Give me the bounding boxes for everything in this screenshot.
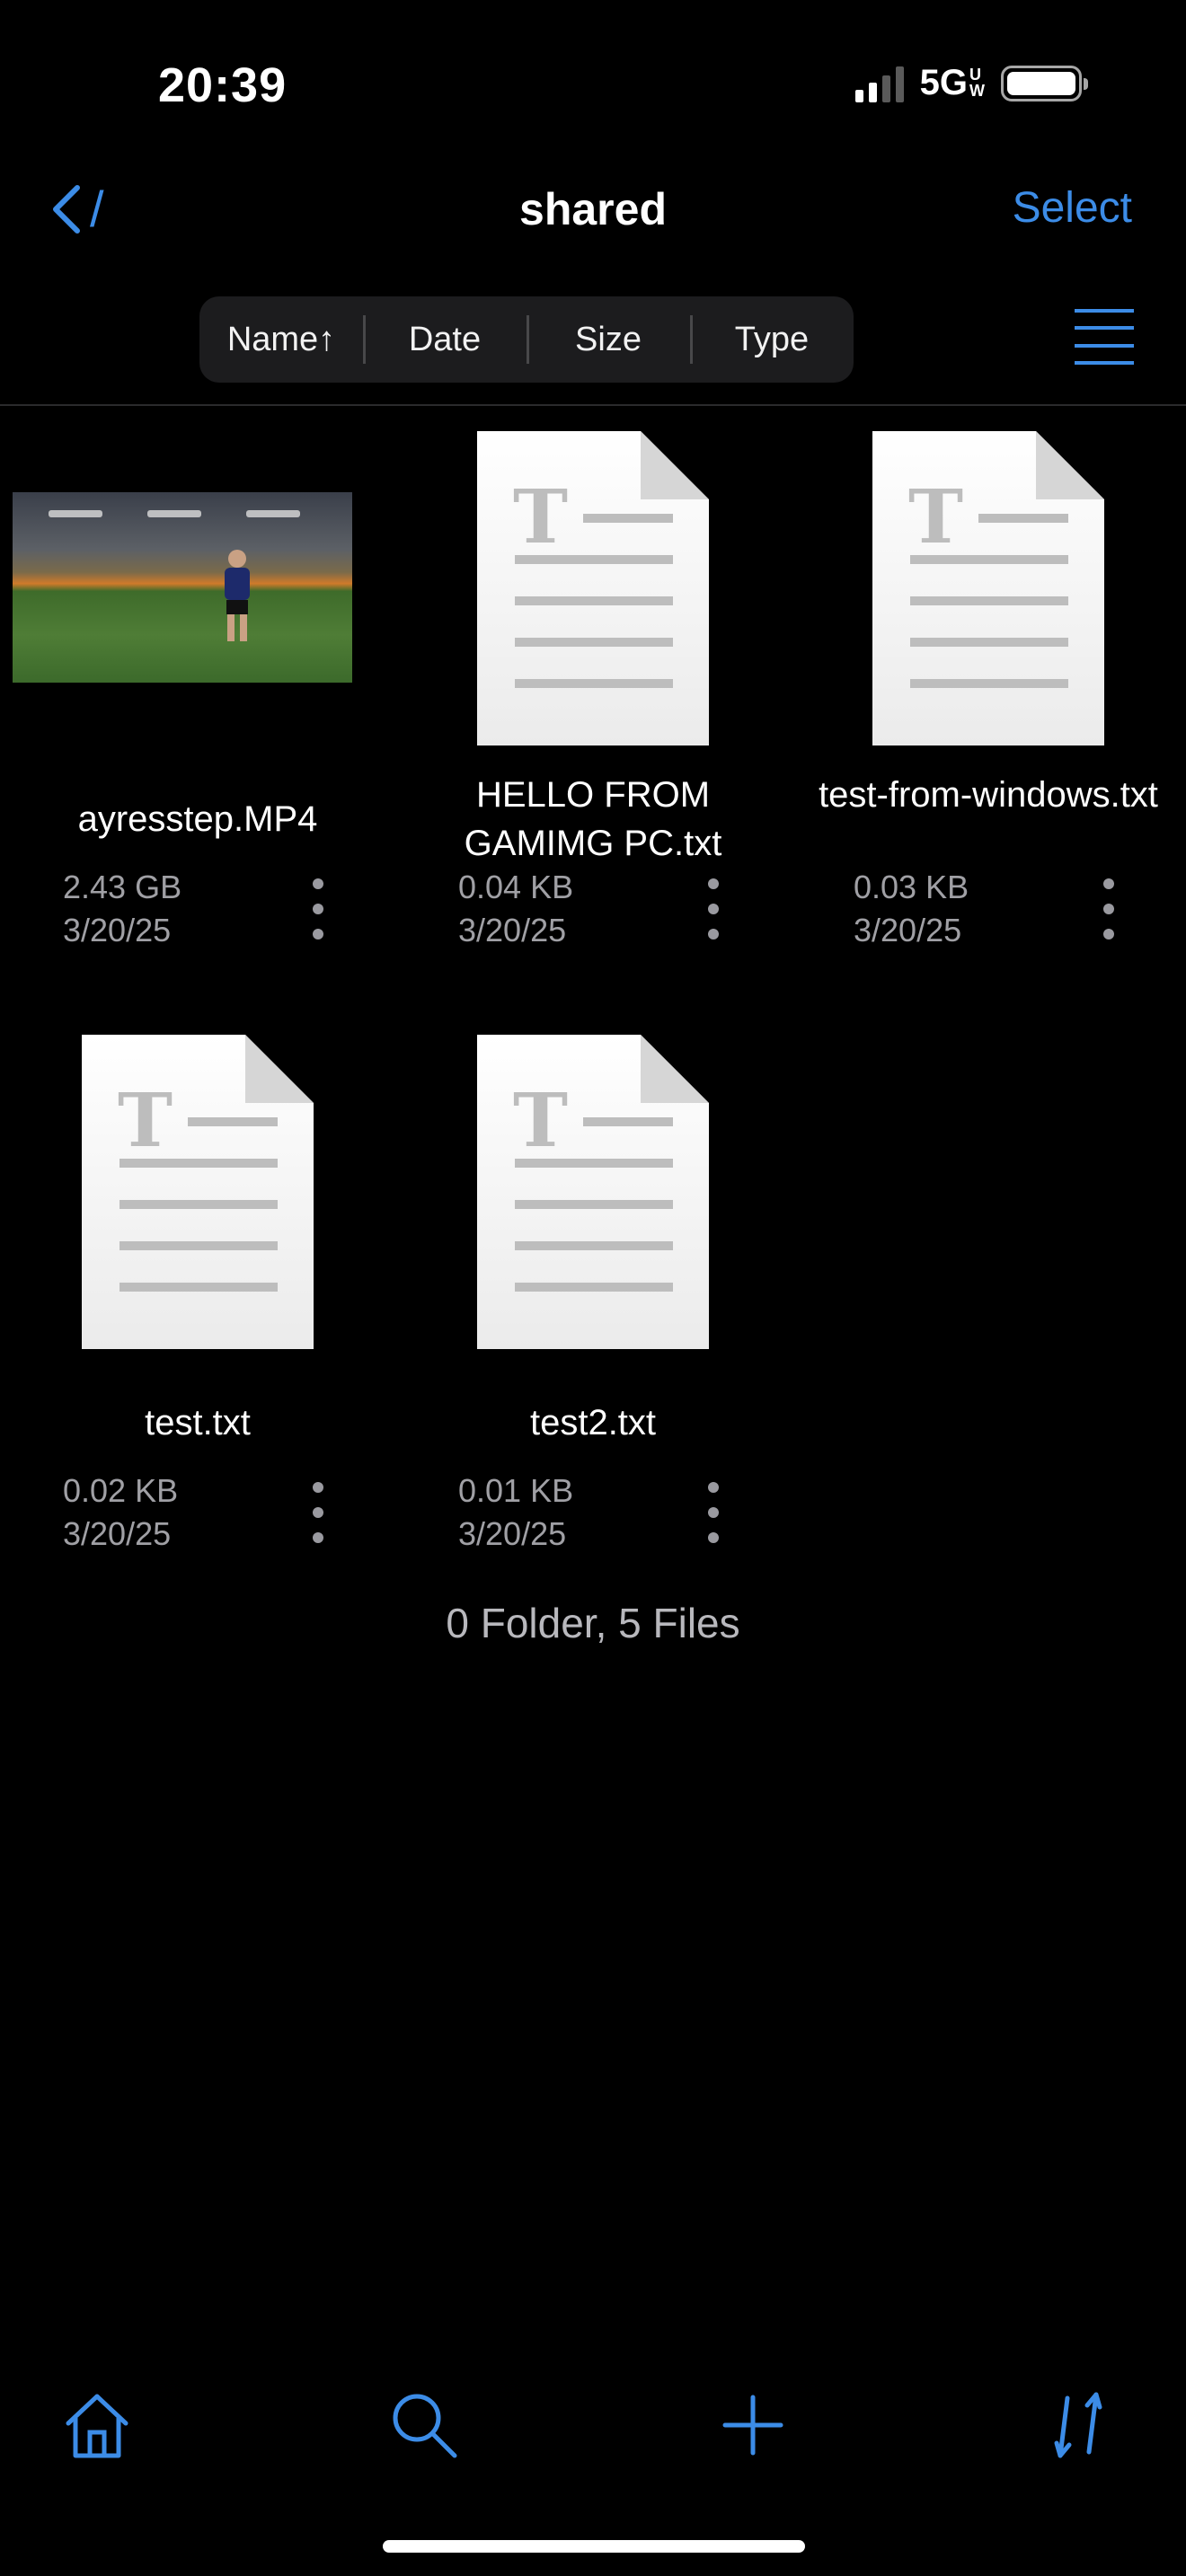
file-item-test2[interactable]: T test2.txt 0.01 KB 3/20/25	[395, 1035, 791, 1565]
battery-icon	[1001, 65, 1088, 101]
page-title: shared	[519, 184, 667, 234]
sort-bar: Name↑ Date Size Type	[199, 296, 854, 383]
network-type: 5G U W	[920, 63, 985, 103]
svg-text:T: T	[908, 474, 963, 560]
file-size: 0.04 KB	[458, 869, 574, 905]
file-name: test2.txt	[529, 1403, 657, 1442]
cellular-signal-icon	[854, 65, 904, 102]
person-figure	[225, 550, 250, 641]
sort-by-size[interactable]: Size	[527, 314, 690, 364]
file-item-test-from-windows[interactable]: T test-from-windows.txt 0.03 KB 3/20/25	[791, 431, 1186, 961]
home-indicator[interactable]	[383, 2540, 805, 2553]
text-file-icon: T	[872, 431, 1104, 745]
file-meta: 0.04 KB 3/20/25	[458, 866, 573, 952]
sort-by-type[interactable]: Type	[690, 314, 854, 364]
file-name: test.txt	[145, 1403, 251, 1442]
home-icon[interactable]	[61, 2389, 133, 2461]
status-indicators: 5G U W	[854, 63, 1088, 103]
network-label: 5G	[919, 63, 968, 102]
file-size: 2.43 GB	[63, 869, 182, 905]
svg-text:T: T	[513, 474, 568, 560]
file-size: 0.02 KB	[63, 1472, 179, 1509]
sort-by-name[interactable]: Name↑	[199, 321, 363, 359]
network-sub-top: U	[969, 66, 981, 84]
network-sub-bottom: W	[969, 82, 985, 100]
file-date: 3/20/25	[458, 912, 567, 948]
svg-text:T: T	[513, 1078, 568, 1164]
more-options-icon[interactable]	[313, 1482, 323, 1543]
file-name: HELLO FROM GAMIMG PC.txt	[464, 775, 722, 863]
file-meta: 0.02 KB 3/20/25	[63, 1469, 178, 1556]
bottom-toolbar	[0, 2389, 1186, 2461]
file-date: 3/20/25	[854, 912, 962, 948]
file-grid: ayresstep.MP4 2.43 GB 3/20/25 T HELLO FR…	[0, 431, 1186, 1565]
text-file-icon: T	[477, 431, 709, 745]
svg-text:T: T	[118, 1078, 173, 1164]
more-options-icon[interactable]	[313, 878, 323, 940]
more-options-icon[interactable]	[708, 1482, 719, 1543]
file-name: test-from-windows.txt	[819, 775, 1158, 815]
plus-icon[interactable]	[717, 2389, 789, 2461]
text-file-icon: T	[477, 1035, 709, 1349]
folder-summary: 0 Folder, 5 Files	[446, 1600, 740, 1646]
file-meta: 0.01 KB 3/20/25	[458, 1469, 573, 1556]
select-button[interactable]: Select	[1013, 183, 1132, 233]
list-view-icon[interactable]	[1075, 309, 1134, 365]
file-date: 3/20/25	[63, 1515, 172, 1552]
more-options-icon[interactable]	[708, 878, 719, 940]
file-item-test[interactable]: T test.txt 0.02 KB 3/20/25	[0, 1035, 395, 1565]
file-meta: 2.43 GB 3/20/25	[63, 866, 181, 952]
file-item-hello-from-gamimg-pc[interactable]: T HELLO FROM GAMIMG PC.txt 0.04 KB 3/20/…	[395, 431, 791, 961]
divider	[0, 404, 1186, 406]
search-icon[interactable]	[388, 2389, 460, 2461]
file-date: 3/20/25	[458, 1515, 567, 1552]
file-size: 0.03 KB	[854, 869, 969, 905]
file-name: ayresstep.MP4	[77, 799, 318, 839]
network-sub: U W	[969, 66, 985, 99]
file-date: 3/20/25	[63, 912, 172, 948]
video-thumbnail	[13, 492, 352, 683]
sort-arrows-icon[interactable]	[1042, 2389, 1114, 2461]
file-item-ayresstep[interactable]: ayresstep.MP4 2.43 GB 3/20/25	[0, 431, 395, 961]
status-time: 20:39	[158, 58, 288, 112]
file-size: 0.01 KB	[458, 1472, 574, 1509]
sort-by-date[interactable]: Date	[363, 314, 527, 364]
text-file-icon: T	[82, 1035, 314, 1349]
file-meta: 0.03 KB 3/20/25	[854, 866, 969, 952]
more-options-icon[interactable]	[1103, 878, 1114, 940]
